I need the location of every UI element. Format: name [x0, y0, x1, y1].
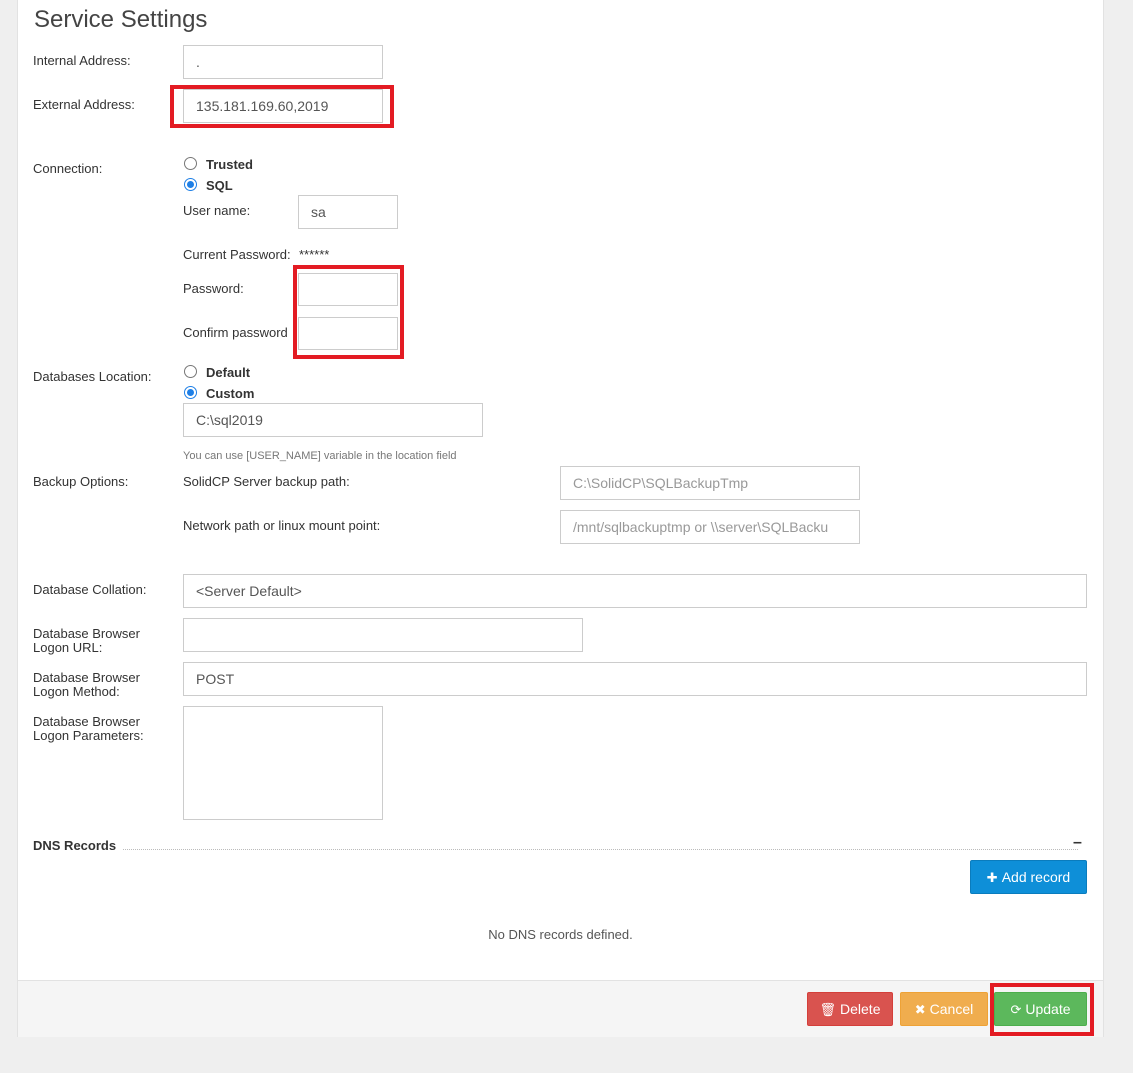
page-title: Service Settings — [34, 6, 208, 33]
logon-method-label: Database Browser Logon Method: — [33, 670, 140, 699]
delete-button[interactable]: 🗑 Delete — [807, 992, 893, 1026]
current-password-value: ****** — [299, 247, 330, 262]
connection-trusted-radio[interactable] — [184, 157, 197, 170]
databases-location-input[interactable]: C:\sql2019 — [183, 403, 483, 437]
backup-options-label: Backup Options: — [33, 474, 129, 489]
delete-label: Delete — [840, 1001, 881, 1017]
update-highlight — [990, 983, 1094, 1036]
close-icon: ✖ — [914, 1002, 926, 1017]
logon-url-input[interactable] — [183, 618, 583, 652]
username-label: User name: — [183, 203, 251, 218]
dns-collapse-toggle[interactable]: – — [1073, 834, 1082, 852]
dns-empty-text: No DNS records defined. — [488, 927, 633, 942]
external-address-label: External Address: — [33, 97, 135, 112]
database-collation-label: Database Collation: — [33, 582, 147, 597]
connection-trusted-label: Trusted — [206, 157, 253, 172]
external-address-highlight — [170, 85, 394, 128]
logon-parameters-label: Database Browser Logon Parameters: — [33, 714, 144, 743]
location-default-label: Default — [206, 365, 251, 380]
plus-icon: ✚ — [986, 870, 998, 885]
internal-address-label: Internal Address: — [33, 53, 131, 68]
internal-address-input[interactable]: . — [183, 45, 383, 79]
dns-records-title: DNS Records — [33, 838, 117, 853]
add-record-button[interactable]: ✚ Add record — [970, 860, 1087, 894]
cancel-button[interactable]: ✖ Cancel — [900, 992, 988, 1026]
current-password-label: Current Password: — [183, 247, 291, 262]
logon-url-label: Database Browser Logon URL: — [33, 626, 140, 655]
location-custom-label: Custom — [206, 386, 255, 401]
location-custom-radio[interactable] — [184, 386, 197, 399]
username-input[interactable]: sa — [298, 195, 398, 229]
server-backup-path-label: SolidCP Server backup path: — [183, 474, 350, 489]
confirm-password-label: Confirm password — [183, 325, 288, 340]
trash-icon: 🗑 — [819, 1002, 837, 1017]
footer-bar: 🗑 Delete ✖ Cancel ⟳ Update — [18, 980, 1103, 1037]
logon-parameters-textarea[interactable] — [183, 706, 383, 820]
password-label: Password: — [183, 281, 244, 296]
connection-sql-label: SQL — [206, 178, 233, 193]
network-path-input[interactable]: /mnt/sqlbackuptmp or \\server\SQLBacku — [560, 510, 860, 544]
location-default-radio[interactable] — [184, 365, 197, 378]
dns-records-divider — [123, 849, 1078, 850]
service-settings-panel: Service Settings Internal Address: . Ext… — [17, 0, 1104, 1037]
location-hint: You can use [USER_NAME] variable in the … — [183, 450, 457, 462]
databases-location-label: Databases Location: — [33, 369, 152, 384]
add-record-label: Add record — [1001, 869, 1071, 885]
database-collation-select[interactable]: <Server Default> — [183, 574, 1087, 608]
password-highlight — [293, 265, 404, 359]
server-backup-path-input[interactable]: C:\SolidCP\SQLBackupTmp — [560, 466, 860, 500]
connection-sql-radio[interactable] — [184, 178, 197, 191]
cancel-label: Cancel — [929, 1001, 974, 1017]
network-path-label: Network path or linux mount point: — [183, 518, 381, 533]
logon-method-input[interactable]: POST — [183, 662, 1087, 696]
connection-label: Connection: — [33, 161, 103, 176]
